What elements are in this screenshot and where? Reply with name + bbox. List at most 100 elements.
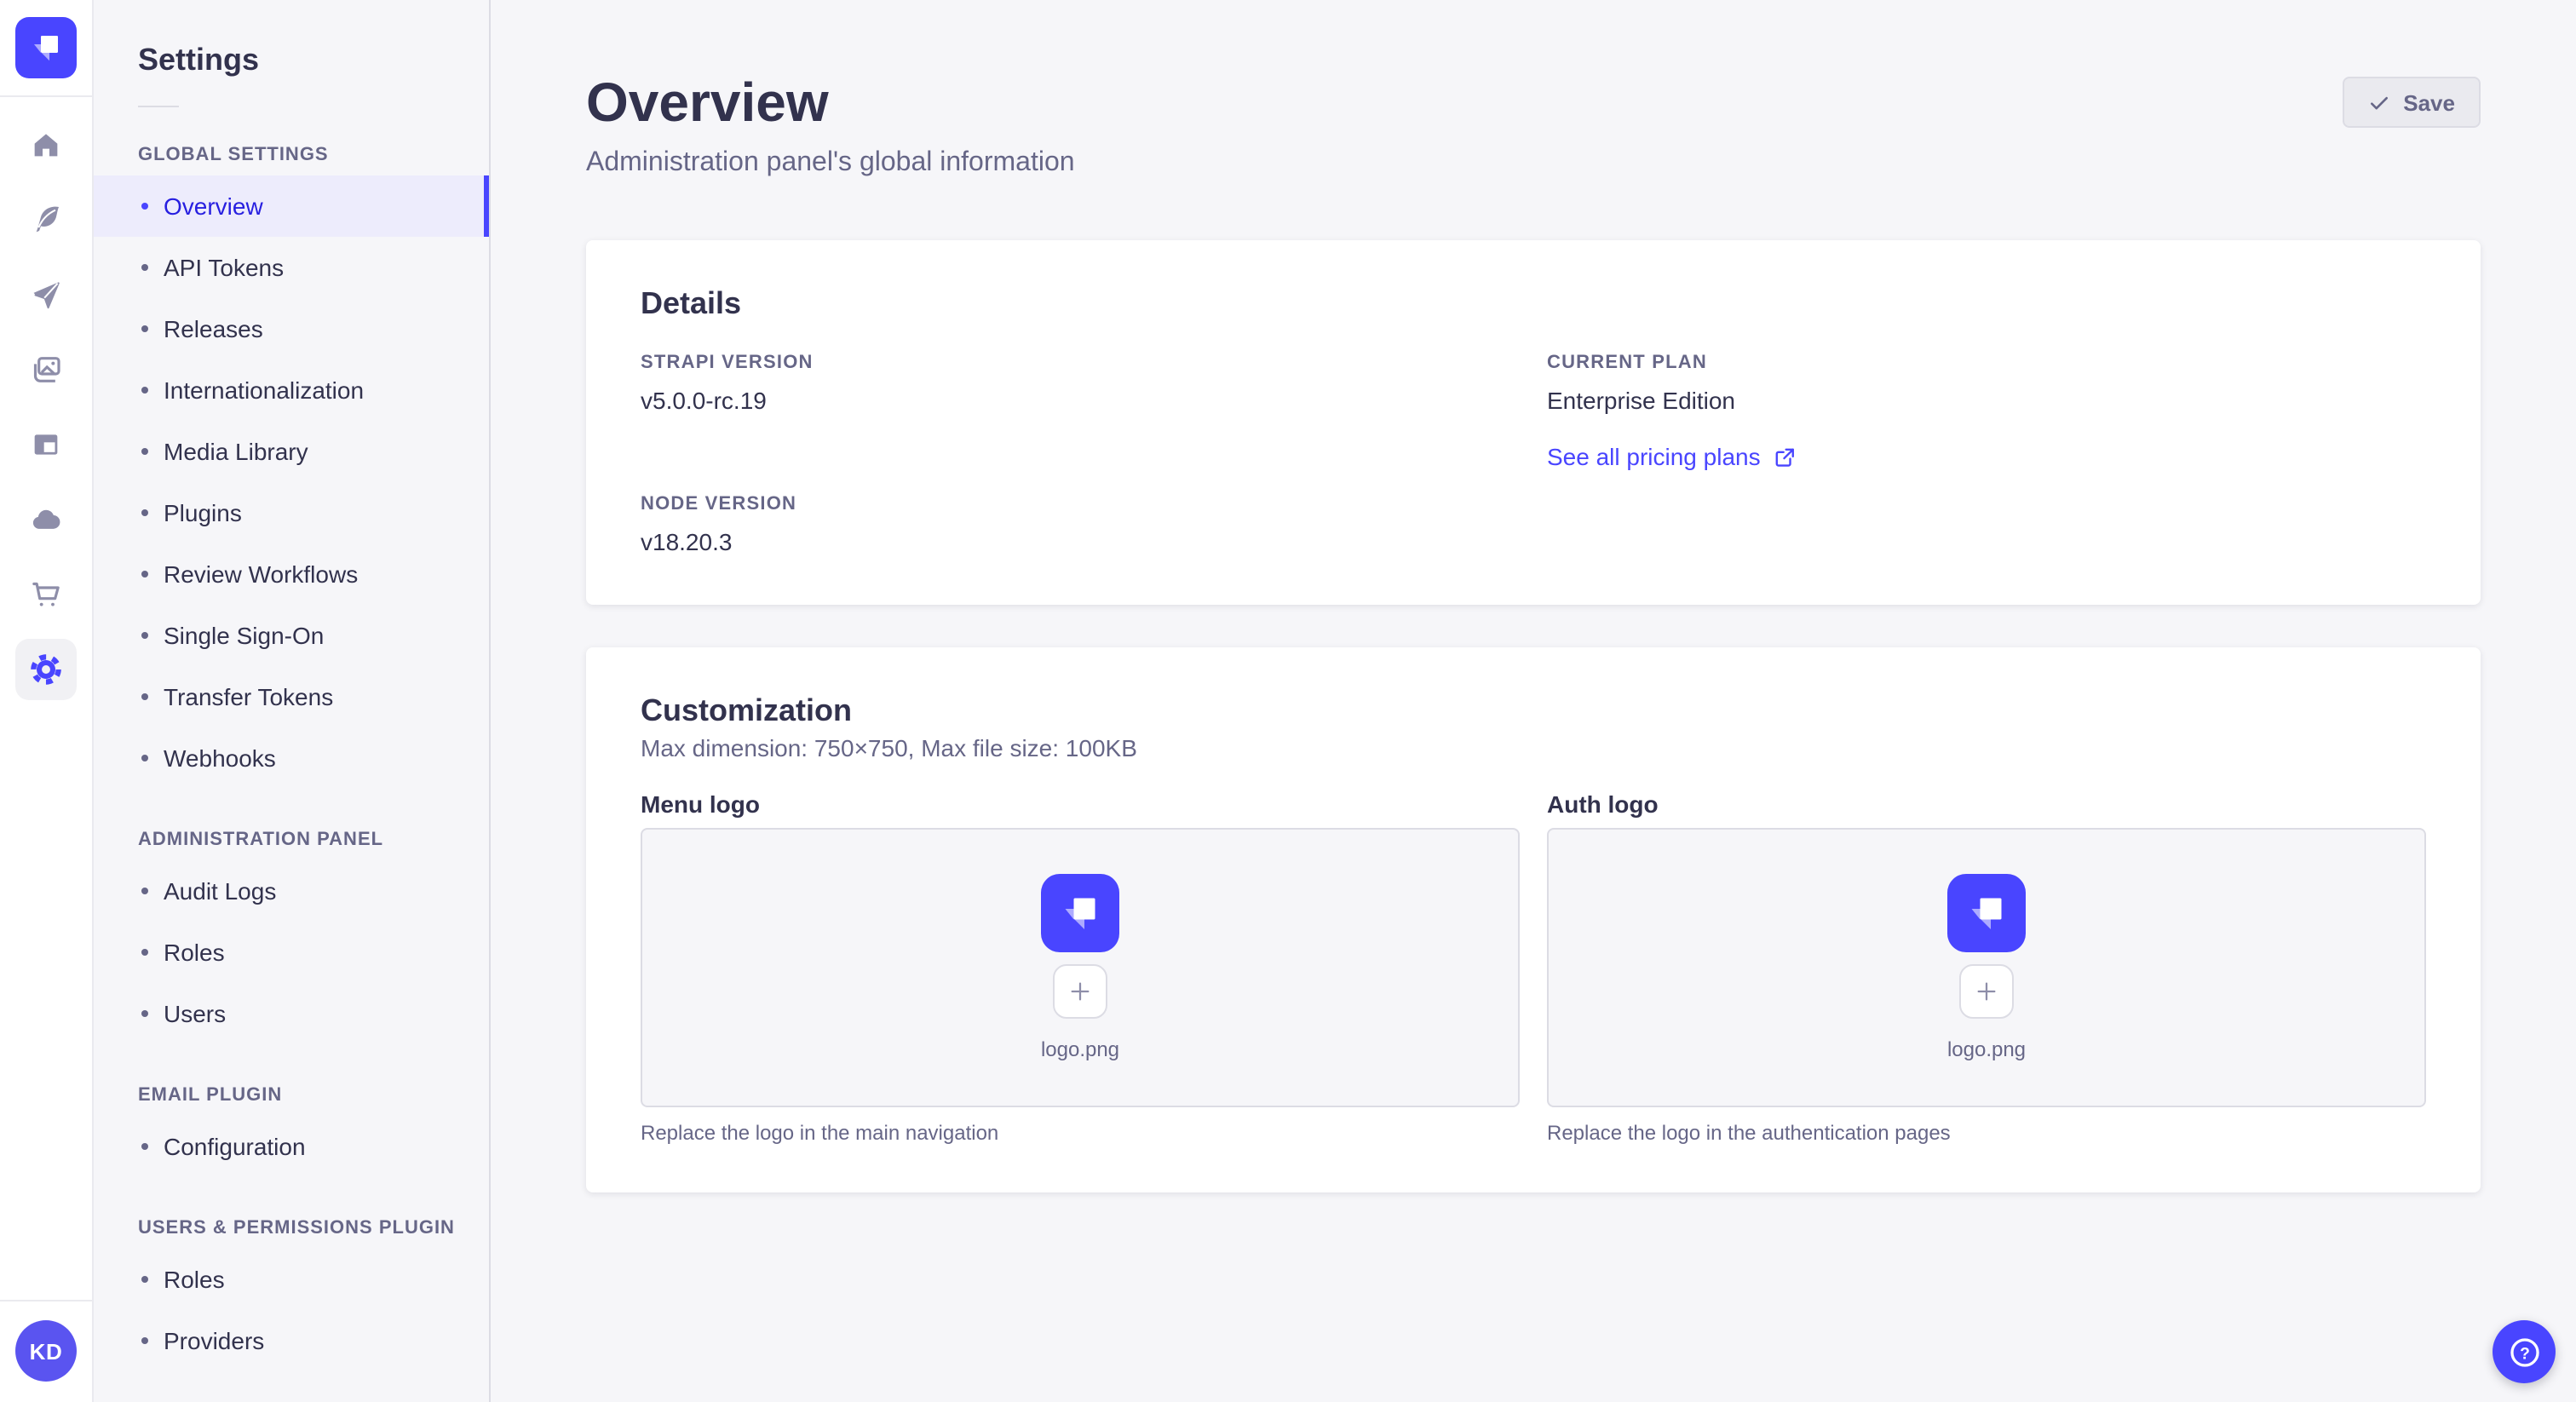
sidebar-item-up-providers[interactable]: Providers	[94, 1310, 489, 1371]
strapi-admin: KD Settings GLOBAL SETTINGS Overview API…	[0, 0, 2576, 1402]
menu-logo-add-button[interactable]	[1053, 964, 1107, 1019]
pricing-plans-link-label: See all pricing plans	[1547, 443, 1761, 470]
details-grid: STRAPI VERSION v5.0.0-rc.19 NODE VERSION…	[641, 353, 2426, 557]
customization-heading: Customization	[641, 693, 852, 727]
strapi-logo[interactable]	[15, 17, 77, 78]
sidebar-item-overview[interactable]: Overview	[94, 175, 489, 237]
help-button[interactable]: ?	[2493, 1320, 2556, 1383]
sidebar-item-internationalization[interactable]: Internationalization	[94, 359, 489, 421]
settings-subnav: Settings GLOBAL SETTINGS Overview API To…	[94, 0, 491, 1402]
layout-icon[interactable]	[15, 414, 77, 475]
sidebar-item-audit-logs[interactable]: Audit Logs	[94, 860, 489, 922]
pricing-plans-link[interactable]: See all pricing plans	[1547, 443, 1797, 470]
rail-icons	[15, 114, 77, 700]
bullet-icon	[141, 264, 148, 271]
strapi-version-label: STRAPI VERSION	[641, 353, 814, 373]
sidebar-item-admin-roles[interactable]: Roles	[94, 922, 489, 983]
sidebar-item-api-tokens[interactable]: API Tokens	[94, 237, 489, 298]
paper-plane-icon[interactable]	[15, 264, 77, 325]
sidebar-item-label: Transfer Tokens	[164, 683, 334, 710]
sidebar-item-label: Releases	[164, 315, 263, 342]
logos-grid: Menu logo logo.png Replace the logo in t…	[641, 790, 2426, 1145]
menu-logo-preview	[1041, 874, 1119, 952]
details-right-column: CURRENT PLAN Enterprise Edition See all …	[1547, 353, 2426, 557]
external-link-icon	[1776, 447, 1795, 466]
subnav-title: Settings	[138, 43, 260, 77]
feather-icon[interactable]	[15, 189, 77, 250]
bullet-icon	[141, 387, 148, 394]
current-plan-value: Enterprise Edition	[1547, 387, 1736, 414]
sidebar-item-label: Users	[164, 1000, 227, 1027]
sidebar-item-label: API Tokens	[164, 254, 285, 281]
cloud-icon[interactable]	[15, 489, 77, 550]
section-header-users-permissions-plugin: USERS & PERMISSIONS PLUGIN	[138, 1218, 455, 1238]
bullet-icon	[141, 888, 148, 894]
auth-logo-hint: Replace the logo in the authentication p…	[1547, 1121, 1951, 1145]
plus-icon	[1071, 982, 1090, 1001]
images-icon[interactable]	[15, 339, 77, 400]
page-header-text: Overview Administration panel's global i…	[586, 68, 1075, 181]
sidebar-item-label: Plugins	[164, 499, 242, 526]
details-left-column: STRAPI VERSION v5.0.0-rc.19 NODE VERSION…	[641, 353, 1520, 557]
bullet-icon	[141, 1143, 148, 1150]
node-version-label: NODE VERSION	[641, 494, 797, 514]
current-plan-field: CURRENT PLAN Enterprise Edition	[1547, 353, 2426, 416]
main-nav-rail: KD	[0, 0, 94, 1402]
sidebar-item-review-workflows[interactable]: Review Workflows	[94, 543, 489, 605]
page-title: Overview	[586, 72, 829, 133]
bullet-icon	[141, 571, 148, 577]
strapi-logo-icon	[1971, 898, 2002, 929]
strapi-version-field: STRAPI VERSION v5.0.0-rc.19	[641, 353, 1520, 416]
menu-logo-dropzone[interactable]: logo.png	[641, 828, 1520, 1107]
svg-text:?: ?	[2519, 1344, 2529, 1362]
auth-logo-filename: logo.png	[1946, 1037, 2027, 1061]
sidebar-item-releases[interactable]: Releases	[94, 298, 489, 359]
auth-logo-dropzone[interactable]: logo.png	[1547, 828, 2426, 1107]
rail-bottom: KD	[0, 1300, 92, 1402]
question-mark-icon: ?	[2510, 1337, 2539, 1366]
strapi-logo-icon	[1065, 898, 1095, 929]
node-version-value: v18.20.3	[641, 528, 733, 555]
bullet-icon	[141, 1010, 148, 1017]
page-subtitle: Administration panel's global informatio…	[586, 148, 1075, 177]
sidebar-item-transfer-tokens[interactable]: Transfer Tokens	[94, 666, 489, 727]
sidebar-item-media-library[interactable]: Media Library	[94, 421, 489, 482]
sidebar-item-webhooks[interactable]: Webhooks	[94, 727, 489, 789]
sidebar-item-label: Review Workflows	[164, 560, 359, 588]
user-avatar[interactable]: KD	[15, 1320, 77, 1382]
auth-logo-add-button[interactable]	[1959, 964, 2014, 1019]
sidebar-item-email-configuration[interactable]: Configuration	[94, 1116, 489, 1177]
save-button-label: Save	[2403, 89, 2455, 115]
section-header-email-plugin: EMAIL PLUGIN	[138, 1085, 283, 1106]
bullet-icon	[141, 1276, 148, 1283]
menu-logo-field: Menu logo logo.png Replace the logo in t…	[641, 790, 1520, 1145]
menu-logo-label: Menu logo	[641, 790, 760, 818]
sidebar-item-admin-users[interactable]: Users	[94, 983, 489, 1044]
sidebar-item-label: Internationalization	[164, 376, 365, 404]
save-button[interactable]: Save	[2342, 77, 2481, 128]
bullet-icon	[141, 325, 148, 332]
sidebar-item-single-sign-on[interactable]: Single Sign-On	[94, 605, 489, 666]
bullet-icon	[141, 448, 148, 455]
bullet-icon	[141, 509, 148, 516]
customization-card: Customization Max dimension: 750×750, Ma…	[586, 647, 2481, 1192]
sidebar-item-label: Overview	[164, 192, 263, 220]
sidebar-item-plugins[interactable]: Plugins	[94, 482, 489, 543]
check-icon	[2370, 95, 2388, 109]
auth-logo-preview	[1947, 874, 2026, 952]
customization-subtitle: Max dimension: 750×750, Max file size: 1…	[641, 734, 1137, 761]
home-icon[interactable]	[15, 114, 77, 175]
sidebar-item-label: Media Library	[164, 438, 308, 465]
auth-logo-field: Auth logo logo.png Replace the logo in t…	[1547, 790, 2426, 1145]
page-header: Overview Administration panel's global i…	[586, 68, 2481, 181]
cart-icon[interactable]	[15, 564, 77, 625]
sidebar-item-up-roles[interactable]: Roles	[94, 1249, 489, 1310]
menu-logo-hint: Replace the logo in the main navigation	[641, 1121, 999, 1145]
sidebar-item-label: Providers	[164, 1327, 265, 1354]
gear-icon-active[interactable]	[15, 639, 77, 700]
bullet-icon	[141, 693, 148, 700]
auth-logo-label: Auth logo	[1547, 790, 1659, 818]
sidebar-item-label: Roles	[164, 939, 225, 966]
sidebar-item-label: Webhooks	[164, 744, 276, 772]
bullet-icon	[141, 1337, 148, 1344]
